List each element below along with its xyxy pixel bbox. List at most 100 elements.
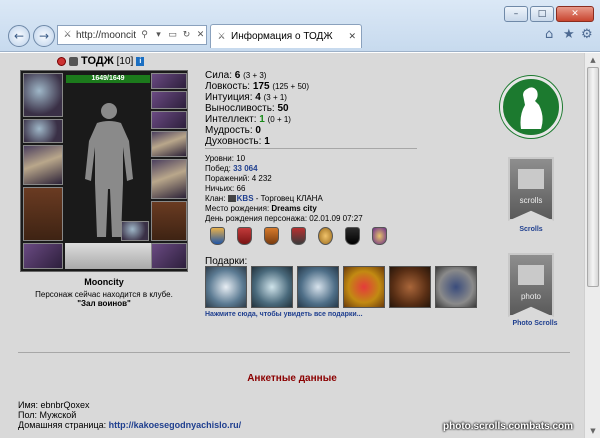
ring-slot-1[interactable] [151, 73, 187, 89]
necklace-slot[interactable] [23, 119, 63, 143]
character-location: Персонаж сейчас находится в клубе. [35, 290, 173, 299]
medal-icon[interactable] [237, 227, 252, 245]
armor-slot[interactable] [23, 187, 63, 241]
woman-emblem-icon [520, 87, 543, 129]
search-icon[interactable]: ⚲ [139, 30, 150, 40]
stat-spirituality: Духовность: 1 [205, 136, 270, 147]
profile-gender: Пол: Мужской [18, 410, 77, 420]
gift-item[interactable] [297, 266, 339, 308]
birthplace-row: Место рождения: Dreams city [205, 204, 317, 213]
paperdoll: 1649/1649 [20, 70, 188, 272]
gifts-row [205, 266, 477, 308]
stop-icon[interactable]: ✕ [195, 30, 206, 40]
tab-close-icon[interactable]: ✕ [348, 32, 356, 42]
refresh-icon[interactable]: ↻ [181, 30, 192, 40]
character-level: [10] [116, 55, 134, 67]
medal-icon[interactable] [291, 227, 306, 245]
stat-intellect: Интеллект: 1 (0 + 1) [205, 114, 291, 125]
site-icon: ⚔ [63, 30, 72, 40]
dropdown-icon[interactable]: ▾ [153, 30, 164, 40]
ring-slot-3[interactable] [151, 111, 187, 129]
character-nickname: Mooncity [84, 277, 124, 287]
gear-icon[interactable]: ⚙ [581, 27, 593, 42]
tab-active[interactable]: ⚔ Информация о ТОДЖ ✕ [210, 24, 362, 48]
medal-icon[interactable] [318, 227, 333, 245]
green-shield-badge[interactable] [500, 76, 562, 138]
gloves-slot[interactable] [151, 131, 187, 157]
stat-agility: Ловкость: 175 (125 + 50) [205, 81, 310, 92]
info-block: Уровни: 10 Побед: 33 064 Поражений: 4 23… [205, 154, 363, 224]
clan-link[interactable]: KBS [237, 194, 254, 203]
scrolls-link[interactable]: Scrolls [496, 226, 566, 233]
profile-homepage: Домашняя страница: http://kakoesegodnyac… [18, 420, 242, 430]
all-gifts-link[interactable]: Нажмите сюда, чтобы увидеть все подарки.… [205, 311, 363, 318]
address-text[interactable]: http://mooncit [76, 30, 136, 41]
medal-icon[interactable] [345, 227, 360, 245]
medal-icon[interactable] [210, 227, 225, 245]
photo-scrolls-link[interactable]: Photo Scrolls [500, 320, 570, 327]
gift-item[interactable] [205, 266, 247, 308]
clan-row: Клан: KBS - Торговец КЛАНА [205, 194, 323, 203]
window-controls: – □ ✕ [504, 6, 594, 22]
hp-bar: 1649/1649 [66, 75, 150, 83]
page-content: ТОДЖ [10] i 1649/1649 Mooncity Персонаж … [0, 53, 584, 438]
forward-button[interactable]: → [33, 25, 55, 47]
clan-small-icon [227, 195, 236, 203]
watermark: photo.scrolls.combats.com [443, 421, 574, 432]
losses-row: Поражений: 4 232 [205, 174, 272, 183]
medal-icon[interactable] [264, 227, 279, 245]
weapon-slot[interactable] [23, 145, 63, 185]
browser-chrome: – □ ✕ ← → ⚔ http://mooncit ⚲ ▾ ▭ ↻ ✕ ⚔ И… [0, 0, 600, 52]
close-button[interactable]: ✕ [556, 6, 594, 22]
scroll-down-icon[interactable]: ▼ [587, 425, 599, 437]
info-icon[interactable]: i [136, 56, 145, 66]
ring-slot-2[interactable] [151, 91, 187, 109]
tab-title: Информация о ТОДЖ [231, 31, 333, 42]
medals-row [210, 227, 387, 245]
profile-section-title: Анкетные данные [247, 373, 337, 384]
shield-slot[interactable] [151, 159, 187, 199]
stats-divider [205, 148, 417, 149]
draws-row: Ничьих: 66 [205, 184, 246, 193]
medal-icon[interactable] [372, 227, 387, 245]
photo-banner-text: photo [521, 292, 542, 301]
character-name: ТОДЖ [81, 55, 114, 67]
gift-item[interactable] [343, 266, 385, 308]
gift-item[interactable] [389, 266, 431, 308]
birthday-row: День рождения персонажа: 02.01.09 07:27 [205, 214, 363, 223]
compat-icon[interactable]: ▭ [167, 30, 178, 40]
character-header: ТОДЖ [10] i [57, 55, 145, 67]
levels-row: Уровни: 10 [205, 154, 246, 163]
legs-slot[interactable] [151, 201, 187, 241]
vertical-scrollbar[interactable]: ▲ ▼ [584, 53, 600, 438]
helmet-slot[interactable] [23, 73, 63, 117]
stat-strength: Сила: 6 (3 + 3) [205, 70, 267, 81]
stat-intuition: Интуиция: 4 (3 + 1) [205, 92, 287, 103]
wins-row: Побед: 33 064 [205, 164, 258, 173]
home-icon[interactable]: ⌂ [545, 27, 553, 42]
scroll-thumb[interactable] [587, 67, 599, 287]
stat-endurance: Выносливость: 50 [205, 103, 289, 114]
scrolls-banner[interactable]: scrolls [508, 157, 554, 221]
character-silhouette [85, 103, 133, 237]
profile-name: Имя: ebnbrQoxex [18, 400, 90, 410]
profile-block: Имя: ebnbrQoxex Пол: Мужской Домашняя ст… [18, 400, 241, 430]
gift-item[interactable] [435, 266, 477, 308]
stats-block: Сила: 6 (3 + 3) Ловкость: 175 (125 + 50)… [205, 70, 309, 147]
address-bar[interactable]: ⚔ http://mooncit ⚲ ▾ ▭ ↻ ✕ [57, 25, 207, 45]
boots-slot[interactable] [151, 243, 187, 269]
favorites-star-icon[interactable]: ★ [563, 27, 575, 42]
back-button[interactable]: ← [8, 25, 30, 47]
tab-site-icon: ⚔ [217, 31, 226, 42]
clan-icon[interactable] [69, 56, 78, 66]
scroll-up-icon[interactable]: ▲ [587, 54, 599, 66]
homepage-link[interactable]: http://kakoesegodnyachislo.ru/ [109, 420, 242, 430]
minimize-button[interactable]: – [504, 6, 528, 22]
maximize-button[interactable]: □ [530, 6, 554, 22]
character-room: "Зал воинов" [77, 299, 131, 308]
gift-item[interactable] [251, 266, 293, 308]
alignment-icon [57, 56, 66, 66]
wins-link[interactable]: 33 064 [233, 164, 257, 173]
belt-slot[interactable] [23, 243, 63, 269]
photo-scrolls-banner[interactable]: photo [508, 253, 554, 317]
